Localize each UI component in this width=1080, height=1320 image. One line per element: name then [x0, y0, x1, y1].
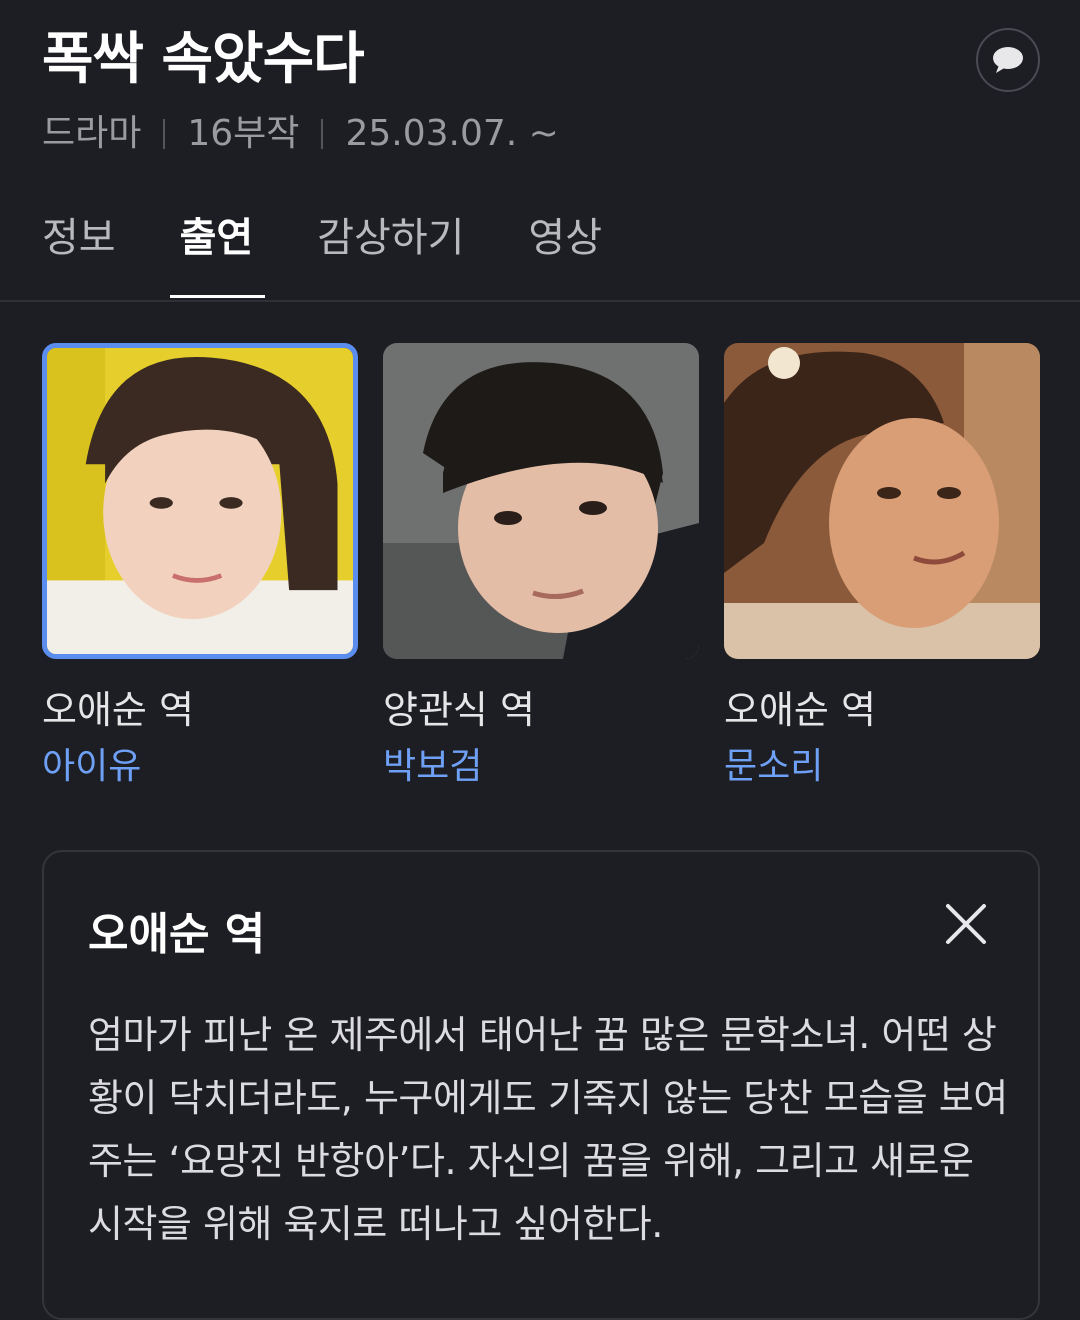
cast-role: 오애순 역: [42, 688, 194, 732]
cast-actor-link[interactable]: 아이유: [42, 743, 358, 791]
comment-button[interactable]: [976, 28, 1040, 92]
cast-role: 양관식 역: [383, 688, 535, 732]
cast-actor-link[interactable]: 문소리: [724, 743, 1040, 791]
tab-watch[interactable]: 감상하기: [317, 206, 464, 298]
cast-actor-link[interactable]: 박보검: [383, 743, 699, 791]
cast-card[interactable]: 오애순 역 아이유: [42, 343, 358, 791]
meta-episodes: 16부작: [187, 113, 300, 154]
cast-card[interactable]: 양관식 역 박보검: [383, 343, 699, 791]
tab-info[interactable]: 정보: [42, 206, 116, 298]
header: 폭싹 속았수다 드라마 16부작 25.03.07. ~: [42, 24, 1040, 158]
cast-photo[interactable]: [42, 343, 358, 659]
meta-divider: [163, 119, 166, 149]
cast-role: 오애순 역: [724, 688, 876, 732]
tab-bar: 정보 출연 감상하기 영상: [42, 206, 666, 298]
tab-cast[interactable]: 출연: [169, 206, 265, 298]
tab-video[interactable]: 영상: [528, 206, 602, 298]
close-button[interactable]: [944, 902, 988, 946]
meta-info: 드라마 16부작 25.03.07. ~: [42, 110, 1040, 158]
close-icon: [946, 904, 986, 944]
meta-genre: 드라마: [42, 113, 142, 154]
cast-photo[interactable]: [724, 343, 1040, 659]
role-detail-description: 엄마가 피난 온 제주에서 태어난 꿈 많은 문학소녀. 어떤 상황이 닥치더라…: [88, 1013, 1008, 1246]
cast-list: 오애순 역 아이유 양관식 역 박보검 오애순 역 문소리: [42, 343, 1040, 791]
cast-photo[interactable]: [383, 343, 699, 659]
role-detail-panel: 오애순 역 엄마가 피난 온 제주에서 태어난 꿈 많은 문학소녀. 어떤 상황…: [42, 850, 1040, 1320]
page-title: 폭싹 속았수다: [42, 27, 365, 92]
speech-bubble-icon: [993, 47, 1023, 73]
role-detail-title: 오애순 역: [88, 909, 266, 960]
meta-date: 25.03.07. ~: [345, 113, 559, 154]
meta-divider: [321, 119, 324, 149]
tab-divider: [0, 300, 1080, 302]
cast-card[interactable]: 오애순 역 문소리: [724, 343, 1040, 791]
